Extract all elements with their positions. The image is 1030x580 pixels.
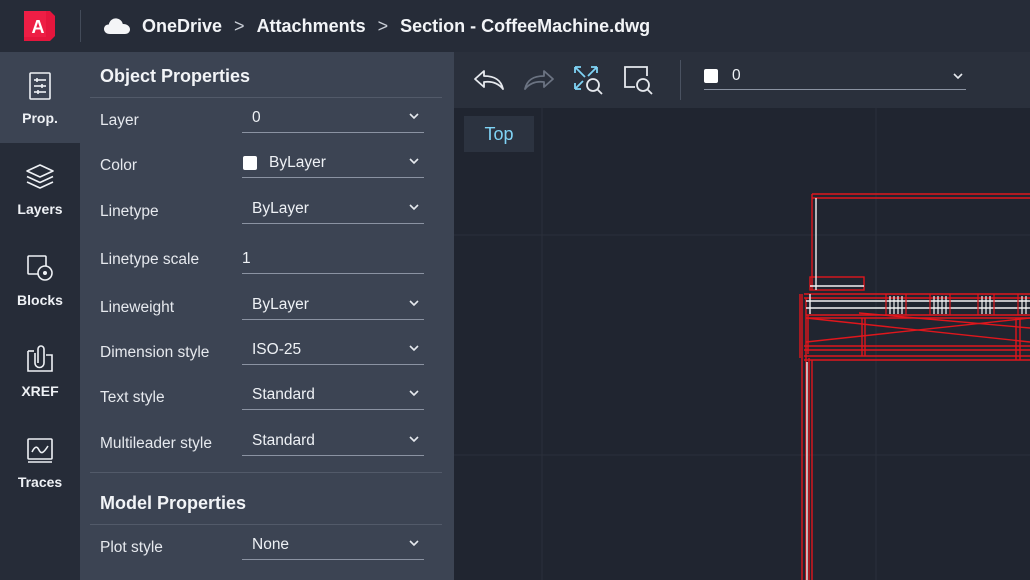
color-label: Color [100, 157, 138, 174]
linetype-select[interactable]: ByLayer [242, 194, 424, 224]
breadcrumb-file-name: Section - CoffeeMachine.dwg [400, 15, 651, 36]
chevron-down-icon [409, 540, 419, 547]
chevron-down-icon [409, 300, 419, 307]
color-swatch [243, 155, 257, 170]
redo-button[interactable] [519, 62, 559, 98]
autocad-logo-icon[interactable]: A [24, 11, 55, 41]
text-style-select[interactable]: Standard [242, 380, 424, 410]
breadcrumb-onedrive[interactable]: OneDrive [142, 16, 222, 37]
layer-select[interactable]: 0 [242, 103, 424, 133]
dimension-style-select[interactable]: ISO-25 [242, 335, 424, 365]
linetype-scale-value: 1 [242, 249, 251, 267]
section-divider [90, 97, 442, 98]
undo-button[interactable] [469, 62, 509, 98]
color-value: ByLayer [269, 153, 326, 171]
section-divider [90, 472, 442, 473]
lineweight-select[interactable]: ByLayer [242, 290, 424, 320]
zoom-extents-button[interactable] [569, 62, 609, 98]
traces-icon [27, 437, 53, 463]
chevron-down-icon [409, 390, 419, 397]
linetype-scale-label: Linetype scale [100, 251, 200, 268]
top-divider [80, 10, 81, 42]
dimension-style-value: ISO-25 [252, 340, 302, 358]
rail-item-layers[interactable]: Layers [0, 143, 80, 234]
left-rail: Prop. Layers Blocks XREF Traces [0, 52, 80, 580]
multileader-style-value: Standard [252, 431, 315, 449]
current-layer-value: 0 [732, 66, 741, 84]
chevron-down-icon [953, 73, 963, 80]
breadcrumb-separator: > [377, 15, 389, 36]
canvas-toolbar: 0 [454, 52, 1030, 108]
breadcrumb: OneDrive > Attachments > Section - Coffe… [104, 0, 650, 52]
plot-style-value: None [252, 535, 290, 553]
chevron-down-icon [409, 113, 419, 120]
layers-icon [26, 163, 54, 189]
zoom-extents-icon [574, 66, 603, 95]
plot-style-select[interactable]: None [242, 530, 424, 560]
rail-item-label: XREF [21, 382, 59, 399]
zoom-window-button[interactable] [619, 62, 659, 98]
linetype-value: ByLayer [252, 199, 309, 217]
properties-panel: Object Properties Layer 0 Color ByLayer … [80, 52, 454, 580]
breadcrumb-separator: > [234, 15, 245, 36]
rail-item-properties[interactable]: Prop. [0, 52, 80, 143]
xref-icon [27, 344, 53, 372]
chevron-down-icon [409, 436, 419, 443]
blocks-icon [27, 254, 53, 281]
layer-label: Layer [100, 112, 139, 129]
toolbar-divider [680, 60, 681, 100]
svg-text:A: A [32, 17, 45, 37]
redo-icon [524, 70, 554, 90]
text-style-value: Standard [252, 385, 315, 403]
layer-color-swatch [704, 68, 718, 83]
text-style-label: Text style [100, 389, 165, 406]
color-select[interactable]: ByLayer [242, 148, 424, 178]
chevron-down-icon [409, 158, 419, 165]
rail-item-label: Blocks [17, 291, 63, 308]
plot-style-label: Plot style [100, 539, 163, 556]
dimension-style-label: Dimension style [100, 344, 210, 361]
chevron-down-icon [409, 345, 419, 352]
model-properties-title: Model Properties [100, 493, 247, 513]
rail-item-traces[interactable]: Traces [0, 416, 80, 507]
breadcrumb-attachments[interactable]: Attachments [257, 16, 366, 37]
rail-item-xref[interactable]: XREF [0, 325, 80, 416]
current-layer-select[interactable]: 0 [704, 62, 966, 90]
lineweight-value: ByLayer [252, 295, 309, 313]
rail-item-label: Prop. [22, 109, 58, 126]
rail-item-label: Traces [17, 473, 63, 490]
rail-item-label: Layers [17, 200, 63, 217]
cad-drawing[interactable] [454, 108, 1030, 580]
linetype-scale-input[interactable]: 1 [242, 244, 424, 274]
properties-icon [29, 71, 51, 100]
drawing-canvas[interactable]: 0 Top [454, 52, 1030, 580]
top-bar: A OneDrive > Attachments > Section - Cof… [0, 0, 1030, 52]
section-divider [90, 524, 442, 525]
object-properties-title: Object Properties [100, 66, 251, 86]
linetype-label: Linetype [100, 203, 159, 220]
lineweight-label: Lineweight [100, 299, 175, 316]
onedrive-cloud-icon [104, 18, 130, 34]
multileader-style-select[interactable]: Standard [242, 426, 424, 456]
multileader-style-label: Multileader style [100, 435, 212, 452]
layer-value: 0 [252, 108, 261, 126]
view-cube-label[interactable]: Top [464, 116, 534, 152]
rail-item-blocks[interactable]: Blocks [0, 234, 80, 325]
zoom-window-icon [624, 66, 653, 95]
undo-icon [474, 70, 504, 90]
chevron-down-icon [409, 204, 419, 211]
